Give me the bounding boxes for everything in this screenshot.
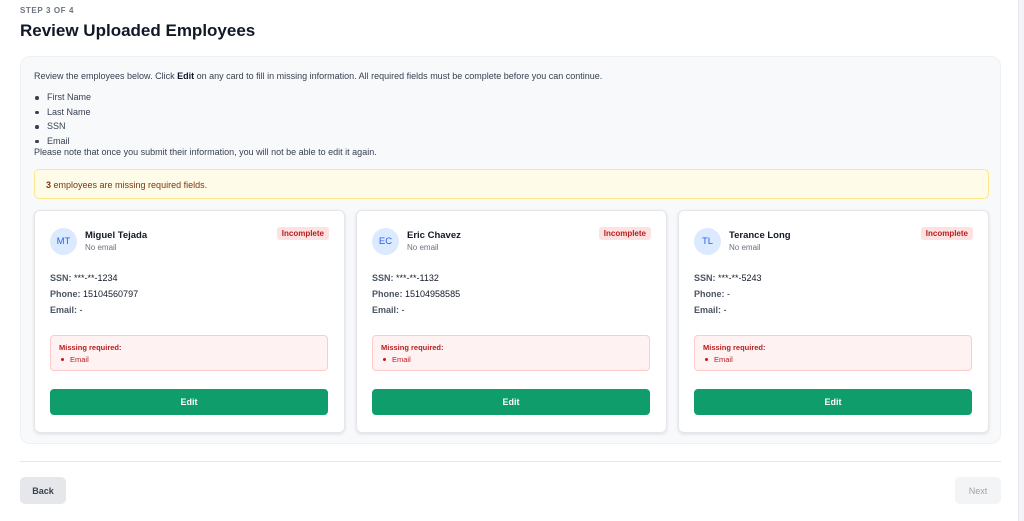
missing-required-title: Missing required: (381, 343, 444, 352)
ssn-label: SSN: (50, 273, 72, 283)
footer-divider (20, 461, 1001, 462)
missing-required-title: Missing required: (703, 343, 766, 352)
avatar: TL (694, 228, 721, 255)
ssn-value: ***-**-1234 (74, 273, 118, 283)
ssn-value: ***-**-1132 (396, 273, 439, 283)
status-badge: Incomplete (598, 227, 651, 240)
required-field-item: Email (34, 134, 91, 149)
edit-button[interactable]: Edit (50, 389, 328, 415)
email-label: Email: (694, 305, 722, 315)
missing-required-box: Missing required: Email (372, 335, 650, 371)
phone-value: 15104560797 (83, 289, 139, 299)
phone-label: Phone: (694, 289, 725, 299)
ssn-field: SSN: ***-**-1132 (372, 273, 439, 283)
required-fields-list: First Name Last Name SSN Email (34, 90, 91, 149)
email-field: Email: - (372, 305, 405, 315)
next-button[interactable]: Next (955, 477, 1001, 504)
employee-card: MT Miguel Tejada No email Incomplete SSN… (34, 210, 345, 433)
ssn-field: SSN: ***-**-5243 (694, 273, 762, 283)
intro-text: Review the employees below. Click Edit o… (34, 71, 602, 81)
page-scrollbar[interactable] (1018, 0, 1024, 521)
phone-label: Phone: (50, 289, 81, 299)
email-field: Email: - (50, 305, 83, 315)
employee-card: TL Terance Long No email Incomplete SSN:… (678, 210, 989, 433)
employee-email-sub: No email (85, 243, 117, 252)
phone-value: 15104958585 (405, 289, 461, 299)
required-field-item: Last Name (34, 105, 91, 120)
intro-before: Review the employees below. Click (34, 71, 178, 81)
required-field-item: First Name (34, 90, 91, 105)
phone-field: Phone: 15104958585 (372, 289, 460, 299)
ssn-label: SSN: (694, 273, 716, 283)
missing-required-box: Missing required: Email (694, 335, 972, 371)
avatar: EC (372, 228, 399, 255)
email-field: Email: - (694, 305, 727, 315)
status-badge: Incomplete (276, 227, 329, 240)
employee-name: Miguel Tejada (85, 230, 148, 241)
missing-required-box: Missing required: Email (50, 335, 328, 371)
back-button[interactable]: Back (20, 477, 66, 504)
missing-item: Email (383, 355, 411, 364)
email-value: - (723, 305, 727, 315)
phone-field: Phone: 15104560797 (50, 289, 138, 299)
ssn-field: SSN: ***-**-1234 (50, 273, 118, 283)
edit-button[interactable]: Edit (372, 389, 650, 415)
page-title: Review Uploaded Employees (20, 21, 256, 40)
phone-label: Phone: (372, 289, 403, 299)
employee-card: EC Eric Chavez No email Incomplete SSN: … (356, 210, 667, 433)
employee-name: Eric Chavez (407, 230, 461, 241)
email-value: - (401, 305, 405, 315)
ssn-label: SSN: (372, 273, 394, 283)
missing-fields-alert: 3 employees are missing required fields. (34, 169, 989, 199)
avatar: MT (50, 228, 77, 255)
step-indicator: STEP 3 OF 4 (20, 6, 75, 15)
employee-email-sub: No email (407, 243, 439, 252)
ssn-value: ***-**-5243 (718, 273, 762, 283)
required-field-item: SSN (34, 119, 91, 134)
intro-after: on any card to fill in missing informati… (194, 71, 603, 81)
phone-value: - (727, 289, 731, 299)
missing-item: Email (61, 355, 89, 364)
edit-note: Please note that once you submit their i… (34, 147, 377, 157)
phone-field: Phone: - (694, 289, 730, 299)
email-label: Email: (372, 305, 400, 315)
intro-bold: Edit (177, 71, 195, 81)
missing-required-title: Missing required: (59, 343, 122, 352)
missing-item: Email (705, 355, 733, 364)
alert-text: employees are missing required fields. (51, 180, 208, 190)
email-value: - (79, 305, 83, 315)
employee-name: Terance Long (729, 230, 791, 241)
status-badge: Incomplete (920, 227, 973, 240)
employee-email-sub: No email (729, 243, 761, 252)
email-label: Email: (50, 305, 78, 315)
review-panel: Review the employees below. Click Edit o… (20, 56, 1001, 444)
edit-button[interactable]: Edit (694, 389, 972, 415)
